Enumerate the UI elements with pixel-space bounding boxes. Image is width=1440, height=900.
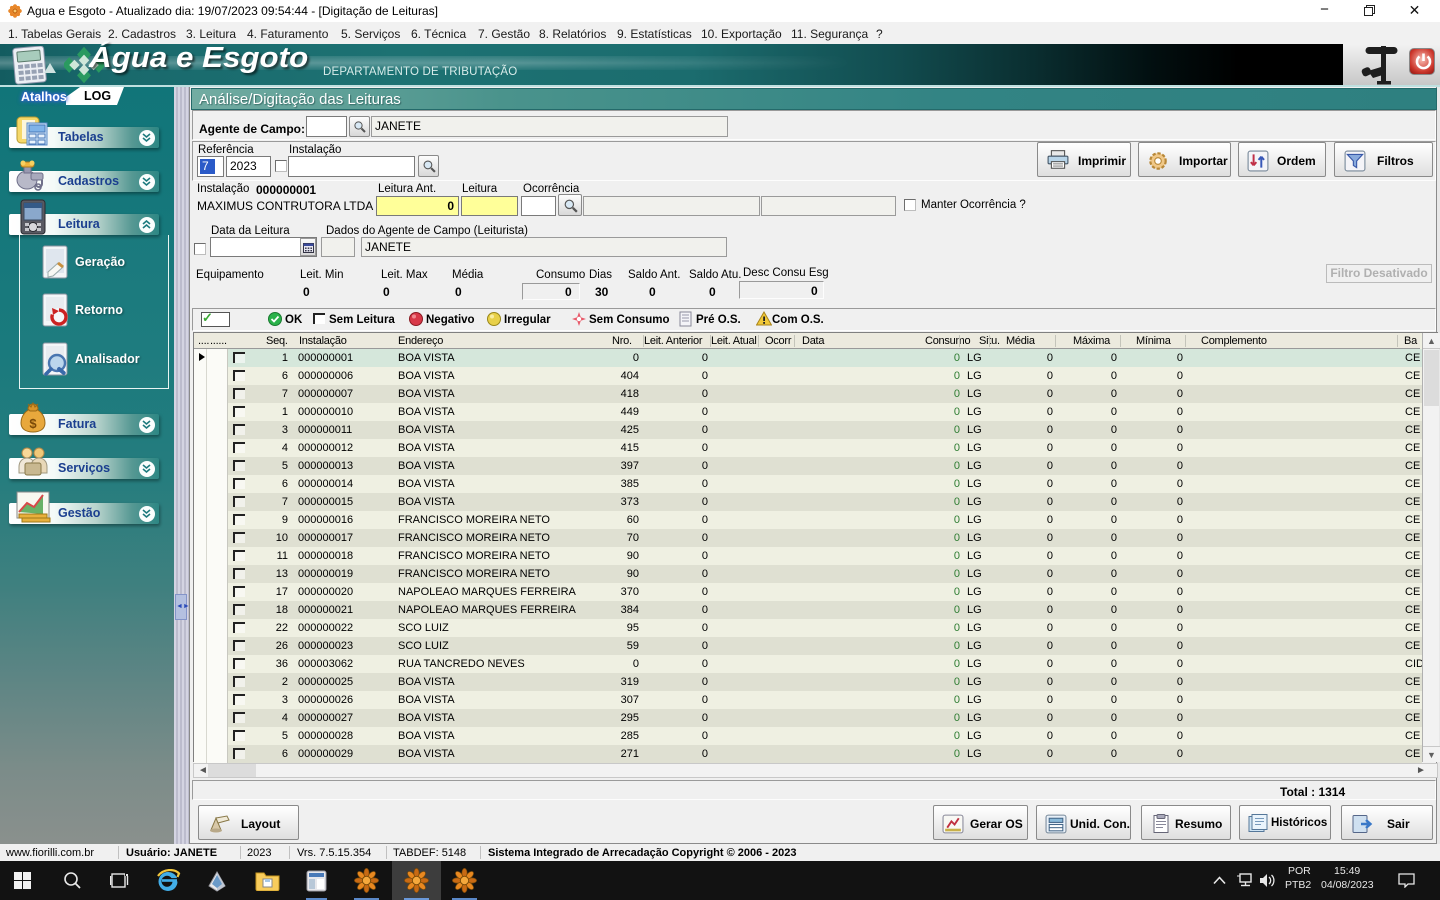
svg-text:$: $ [29, 416, 37, 431]
